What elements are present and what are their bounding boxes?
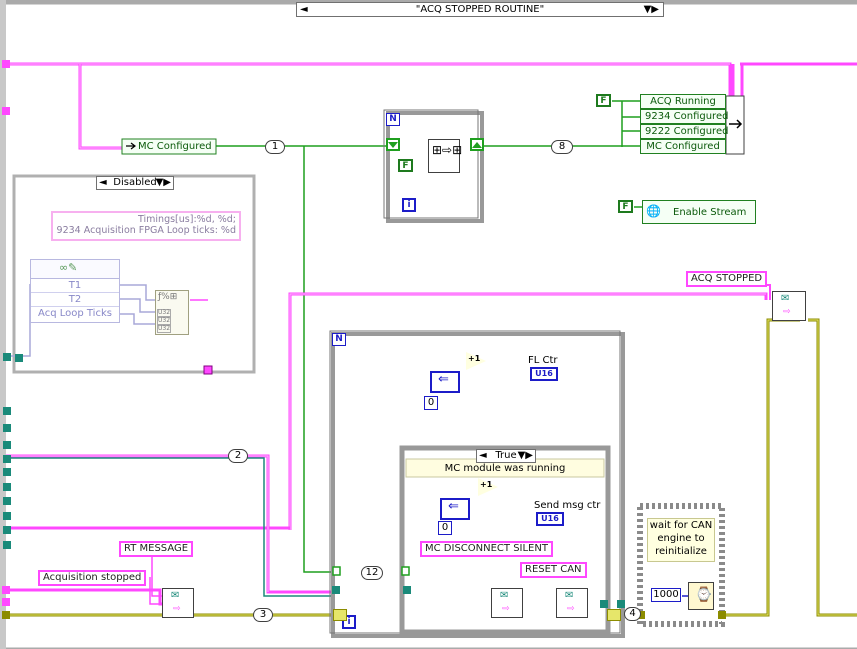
count-badge-top: 1 [265,140,285,154]
cluster-item-t1: T1 [31,279,119,293]
zero-constant-send[interactable]: 0 [438,521,452,535]
cluster-item-t2: T2 [31,293,119,307]
send-msg-ctr-label: Send msg ctr [534,500,601,511]
disabled-decrement-icon[interactable]: ◄ [99,177,107,189]
case-structure-left-edge [0,0,6,649]
inner-case-decrement[interactable]: ◄ [479,450,487,462]
acq-stopped-constant[interactable]: ACQ STOPPED [686,271,768,287]
send-message-node-reset[interactable]: ✉ ⇨ [556,588,588,618]
error-shift-register-left[interactable] [333,609,347,621]
wait-ms-node[interactable]: ⌚ [688,582,714,610]
globe-icon: 🌐 [646,204,661,218]
send-message-node-right[interactable]: ✉ ⇨ [772,291,806,321]
enable-stream-label: Enable Stream [673,207,747,218]
fl-ctr-label: FL Ctr [528,355,558,366]
message-arrow-icon: ⇨ [783,307,791,317]
u32-tag-1: U32 [157,309,172,317]
cluster-unbundle-disabled[interactable]: ∞✎ T1 T2 Acq Loop Ticks [30,259,120,323]
message-arrow-icon-left: ⇨ [173,604,181,614]
message-arrow-icon-reset: ⇨ [567,604,575,614]
message-envelope-icon-disconnect: ✉ [500,590,509,601]
cluster-header: ∞✎ [31,260,119,279]
case-selector-dropdown[interactable]: ▼▶ [644,3,659,16]
enable-stream-property-node[interactable]: 🌐 Enable Stream [642,200,756,224]
cluster-item-acq-loop-ticks: Acq Loop Ticks [38,308,112,319]
inner-case-selector[interactable]: ◄ True ▼▶ [476,449,536,463]
case-selector-decrement[interactable]: ◄ [300,3,308,16]
bundle-by-name-node [725,95,745,155]
rt-message-constant[interactable]: RT MESSAGE [119,541,194,557]
count-badge-bottom: 3 [253,608,273,622]
case-selector[interactable]: ◄ "ACQ STOPPED ROUTINE" ▼▶ [296,2,664,17]
increment-node-send[interactable]: +1 [478,478,498,496]
for-loop-n-terminal[interactable]: N [386,113,400,126]
bool-false-constant-stream[interactable]: F [618,200,633,213]
acquisition-stopped-constant[interactable]: Acquisition stopped [38,570,147,586]
replace-array-subset-node[interactable]: ⊞⇨⊞ [428,139,463,173]
send-message-node-disconnect[interactable]: ✉ ⇨ [491,588,523,618]
u32-tag-3: U32 [157,325,172,333]
clock-icon: ⌚ [695,587,713,603]
inner-case-dropdown[interactable]: ▼▶ [518,450,533,462]
inner-case-selector-label: True [495,450,517,461]
message-envelope-icon-left: ✉ [171,590,180,601]
bundle-label-9234-configured[interactable]: 9234 Configured [640,109,728,124]
bundle-label-mc-configured[interactable]: MC Configured [640,139,726,154]
message-envelope-icon: ✉ [781,293,790,304]
unbundle-mc-configured[interactable]: MC Configured [138,140,212,153]
bundle-label-acq-running[interactable]: ACQ Running [640,94,726,109]
feedback-arrow-icon: ⇐ [438,372,449,387]
count-badge-mid: 2 [228,449,248,463]
bundle-label-9222-configured[interactable]: 9222 Configured [640,124,728,139]
bool-false-constant-bundle[interactable]: F [596,94,611,107]
array-icon: ⊞⇨⊞ [432,143,463,157]
send-message-node-left[interactable]: ✉ ⇨ [162,588,194,618]
format-icon: ƒ%⊞ [158,292,178,302]
count-badge-top-loop: 8 [551,140,573,154]
message-arrow-icon-disconnect: ⇨ [502,604,510,614]
fl-ctr-indicator[interactable]: U16 [530,367,558,381]
zero-constant-fl[interactable]: 0 [424,396,438,410]
bool-false-constant-loop[interactable]: F [398,159,413,172]
glasses-icon: ∞✎ [59,261,78,274]
for-loop-n-terminal-main[interactable]: N [332,333,346,346]
feedback-node-send[interactable]: ⇐ [440,498,470,520]
disabled-selector-label: Disabled [113,177,157,188]
wait-comment: wait for CAN engine to reinitialize [647,518,715,562]
shift-register-left-top[interactable] [386,138,400,151]
shift-register-right-top[interactable] [470,138,484,151]
send-msg-ctr-indicator[interactable]: U16 [536,512,564,526]
disabled-dropdown-icon[interactable]: ▼▶ [156,177,171,189]
format-string-constant[interactable]: Timings[us]:%d, %d; 9234 Acquisition FPG… [51,211,241,241]
message-envelope-icon-reset: ✉ [565,590,574,601]
feedback-node-fl[interactable]: ⇐ [430,371,460,393]
for-loop-i-terminal-top: i [402,198,416,212]
count-badge-right: 4 [624,607,641,621]
count-badge-inner: 12 [361,566,383,580]
inner-case-comment: MC module was running [444,463,566,474]
increment-label-send: +1 [480,480,493,489]
error-shift-register-right[interactable] [607,609,621,621]
left-olive-tunnels [2,611,10,619]
u32-tag-2: U32 [157,317,172,325]
wait-ms-constant[interactable]: 1000 [651,588,681,602]
reset-can-constant[interactable]: RESET CAN [520,562,587,578]
format-into-string-node[interactable]: ƒ%⊞ U32 U32 U32 [155,290,189,335]
disabled-structure-selector[interactable]: ◄ Disabled ▼▶ [96,176,174,190]
feedback-arrow-icon-send: ⇐ [448,499,459,514]
mc-disconnect-silent-constant[interactable]: MC DISCONNECT SILENT [420,541,553,557]
increment-label-fl: +1 [468,354,481,363]
increment-node-fl[interactable]: +1 [466,352,486,370]
case-selector-value: "ACQ STOPPED ROUTINE" [415,4,545,15]
